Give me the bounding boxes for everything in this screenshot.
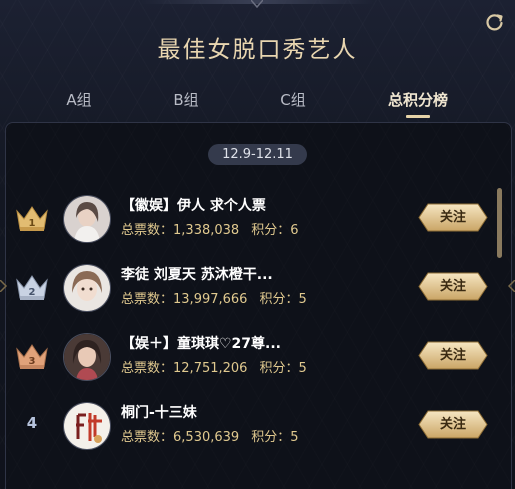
score-label: 积分： [259,292,299,307]
votes-value: 6,530,639 [173,430,240,445]
rank-number: 1 [29,218,36,229]
follow-button[interactable]: 关注 [418,410,488,439]
votes-label: 总票数： [121,430,174,445]
entry-name: 桐门-十三妹 [121,405,197,421]
follow-label: 关注 [439,348,466,363]
avatar[interactable] [63,402,111,450]
entry-stats: 总票数：1,338,038 积分：6 [121,219,298,238]
rank-number: 2 [29,287,36,298]
follow-label: 关注 [439,417,466,432]
tab-label: 总积分榜 [387,91,448,109]
list-item: 2 李徒 刘夏天 苏沐橙干... 总票数：13,997,666 积分：5 关注 [0,254,515,322]
entry-stats: 总票数：6,530,639 积分：5 [121,426,298,445]
leaderboard-window: 最佳女脱口秀艺人 A组 B组 C组 总积分榜 12.9-12.11 1 【徽娱】… [0,0,515,489]
rank-number: 3 [29,356,36,367]
score-value: 5 [298,361,307,376]
page-title: 最佳女脱口秀艺人 [157,37,358,63]
tab-label: C组 [280,91,306,109]
score-value: 5 [298,292,307,307]
entry-stats: 总票数：12,751,206 积分：5 [121,357,307,376]
avatar[interactable] [63,195,111,243]
follow-button[interactable]: 关注 [418,341,488,370]
score-label: 积分： [251,223,291,238]
entry-name: 【娱＋】童琪琪♡27尊... [121,336,281,352]
avatar[interactable] [63,333,111,381]
date-range-badge: 12.9-12.11 [208,144,307,165]
list-item: 4 桐门-十三妹 总票数：6,530,639 积分：5 关注 [0,392,515,460]
gold-crown-icon: 1 [16,206,48,231]
follow-label: 关注 [439,210,466,225]
follow-label: 关注 [439,279,466,294]
score-value: 5 [290,430,299,445]
top-arrow-decoration [251,0,263,8]
votes-label: 总票数： [121,361,174,376]
entry-stats: 总票数：13,997,666 积分：5 [121,288,307,307]
follow-button[interactable]: 关注 [418,272,488,301]
silver-crown-icon: 2 [16,275,48,300]
votes-label: 总票数： [121,292,174,307]
tab-group-a[interactable]: A组 [39,88,119,112]
score-label: 积分： [251,430,291,445]
score-value: 6 [290,223,299,238]
score-label: 积分： [259,361,299,376]
votes-value: 12,751,206 [173,361,248,376]
avatar[interactable] [63,264,111,312]
entry-name: 【徽娱】伊人 求个人票 [121,198,266,214]
tab-group-c[interactable]: C组 [253,88,333,112]
rank-number: 4 [26,414,38,432]
tab-group-b[interactable]: B组 [146,88,226,112]
list-item: 3 【娱＋】童琪琪♡27尊... 总票数：12,751,206 积分：5 关注 [0,323,515,391]
votes-value: 1,338,038 [173,223,240,238]
active-tab-indicator [406,115,430,118]
tab-label: A组 [66,91,92,109]
entry-name: 李徒 刘夏天 苏沐橙干... [121,267,273,283]
list-item: 1 【徽娱】伊人 求个人票 总票数：1,338,038 积分：6 关注 [0,185,515,253]
votes-value: 13,997,666 [173,292,248,307]
bronze-crown-icon: 3 [16,344,48,369]
follow-button[interactable]: 关注 [418,203,488,232]
tab-total-ranking[interactable]: 总积分榜 [378,88,458,118]
tab-label: B组 [173,91,199,109]
votes-label: 总票数： [121,223,174,238]
tab-bar: A组 B组 C组 总积分榜 [0,88,515,120]
refresh-icon[interactable] [485,12,505,32]
